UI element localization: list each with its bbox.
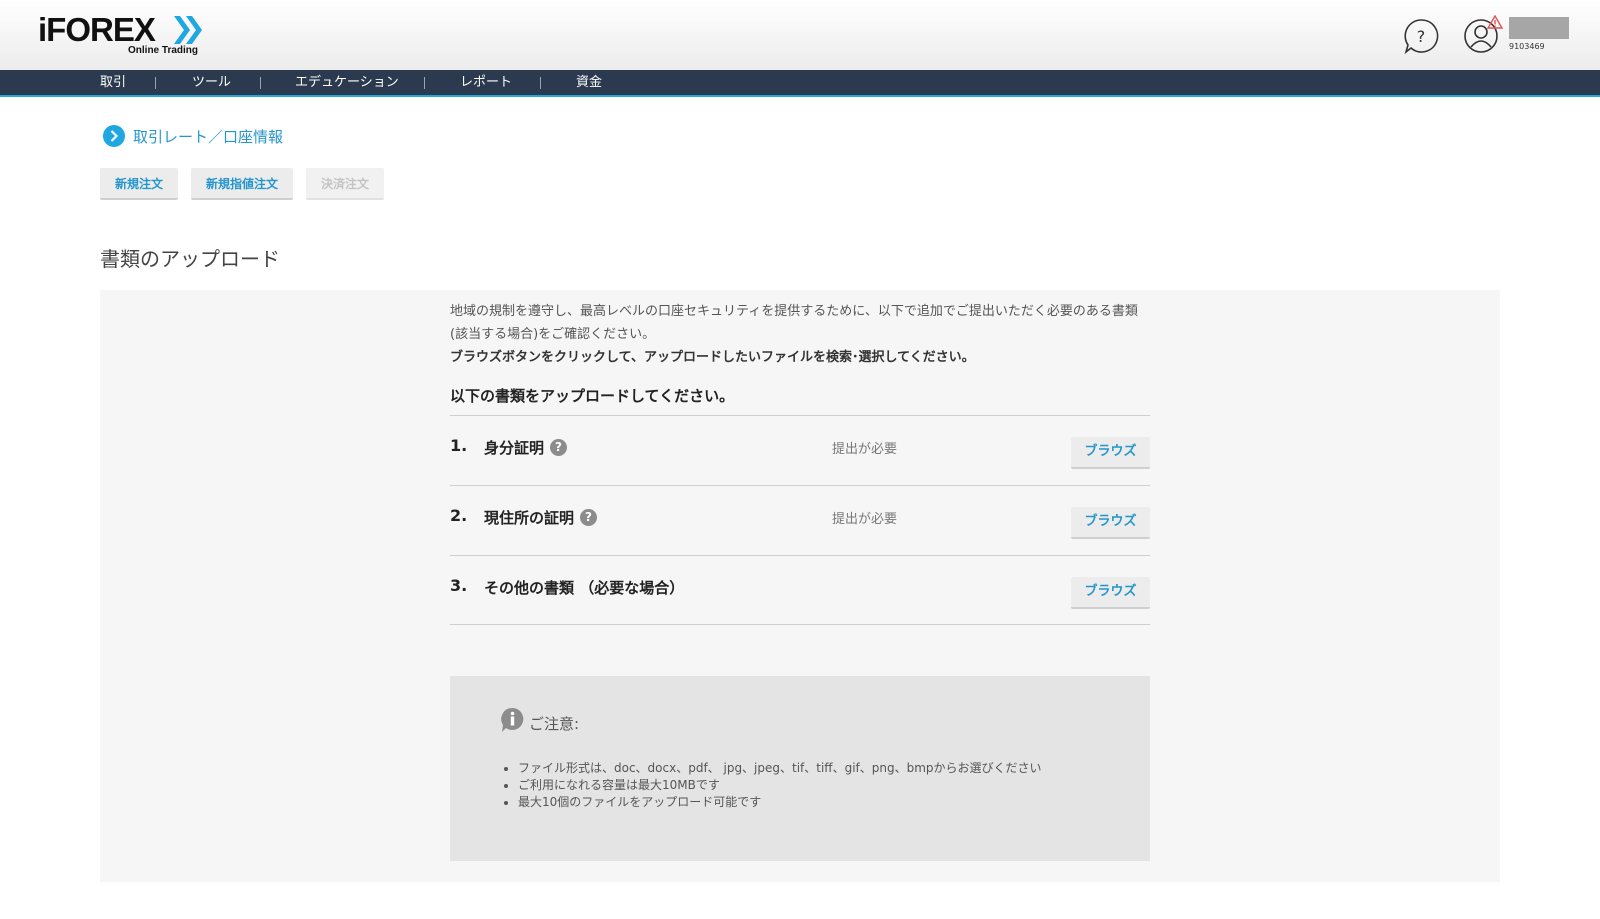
section-title: 以下の書類をアップロードしてください。 <box>450 387 735 405</box>
document-status: 提出が必要 <box>832 442 898 457</box>
intro-text: 地域の規制を遵守し、最高レベルの口座セキュリティを提供するために、以下で追加でご… <box>450 300 1150 369</box>
chevron-right-icon <box>103 125 125 147</box>
new-limit-order-button[interactable]: 新規指値注文 <box>191 168 293 200</box>
logo-text: iFOREX <box>38 11 156 48</box>
document-status: 提出が必要 <box>832 512 898 527</box>
help-icon[interactable]: ? <box>1403 18 1439 54</box>
question-mark-icon[interactable]: ? <box>580 509 598 526</box>
document-number: 3. <box>450 576 468 595</box>
document-row: 3. その他の書類 （必要な場合） ブラウズ <box>450 555 1150 625</box>
account-id: 9103469 <box>1509 42 1545 51</box>
browse-button[interactable]: ブラウズ <box>1071 437 1150 469</box>
nav-item-trading[interactable]: 取引 <box>100 70 126 95</box>
document-row: 2. 現住所の証明 ? 提出が必要 ブラウズ <box>450 485 1150 555</box>
document-label-text: その他の書類 （必要な場合） <box>484 579 685 597</box>
list-item: ファイル形式は、doc、docx、pdf、 jpg、jpeg、tif、tiff、… <box>518 760 1042 777</box>
list-item: 最大10個のファイルをアップロード可能です <box>518 794 1042 811</box>
svg-text:?: ? <box>1417 27 1426 46</box>
logo-chevron-icon <box>174 16 202 44</box>
header: iFOREX Online Trading ? 9103469 <box>0 0 1600 70</box>
page-title: 書類のアップロード <box>100 247 280 271</box>
list-item: ご利用になれる容量は最大10MBです <box>518 777 1042 794</box>
intro-line-3: ブラウズボタンをクリックして、アップロードしたいファイルを検索･選択してください… <box>450 350 975 365</box>
logo-tagline: Online Trading <box>128 45 199 56</box>
document-row: 1. 身分証明 ? 提出が必要 ブラウズ <box>450 415 1150 485</box>
user-name[interactable] <box>1509 17 1569 39</box>
document-label: 現住所の証明 ? <box>484 507 598 528</box>
browse-button[interactable]: ブラウズ <box>1071 577 1150 609</box>
nav-item-funds[interactable]: 資金 <box>576 70 602 95</box>
nav-item-reports[interactable]: レポート <box>460 70 512 95</box>
breadcrumb-label: 取引レート／口座情報 <box>133 127 284 146</box>
intro-line-2: (該当する場合)をご確認ください。 <box>450 327 656 342</box>
document-number: 2. <box>450 506 468 525</box>
close-order-button: 決済注文 <box>306 168 384 200</box>
nav-item-education[interactable]: エデュケーション <box>295 70 399 95</box>
info-icon <box>501 707 524 732</box>
browse-button[interactable]: ブラウズ <box>1071 507 1150 539</box>
notice-box: ご注意: ファイル形式は、doc、docx、pdf、 jpg、jpeg、tif、… <box>450 676 1150 861</box>
main-nav: 取引 ツール エデュケーション レポート 資金 <box>0 70 1600 97</box>
question-mark-icon[interactable]: ? <box>550 439 568 456</box>
document-label-text: 現住所の証明 <box>484 509 575 527</box>
notice-list: ファイル形式は、doc、docx、pdf、 jpg、jpeg、tif、tiff、… <box>518 760 1042 811</box>
document-label: その他の書類 （必要な場合） <box>484 577 684 598</box>
document-number: 1. <box>450 436 468 455</box>
document-label-text: 身分証明 <box>484 439 545 457</box>
nav-separator <box>260 77 261 89</box>
nav-separator <box>155 77 156 89</box>
nav-separator <box>424 77 425 89</box>
user-icon[interactable] <box>1463 15 1503 55</box>
new-order-button[interactable]: 新規注文 <box>100 168 178 200</box>
notice-title: ご注意: <box>529 715 580 733</box>
intro-line-1: 地域の規制を遵守し、最高レベルの口座セキュリティを提供するために、以下で追加でご… <box>450 304 1138 319</box>
nav-separator <box>540 77 541 89</box>
nav-item-tools[interactable]: ツール <box>192 70 231 95</box>
breadcrumb[interactable]: 取引レート／口座情報 <box>103 124 283 148</box>
document-label: 身分証明 ? <box>484 437 568 458</box>
iforex-logo[interactable]: iFOREX Online Trading <box>38 12 208 58</box>
